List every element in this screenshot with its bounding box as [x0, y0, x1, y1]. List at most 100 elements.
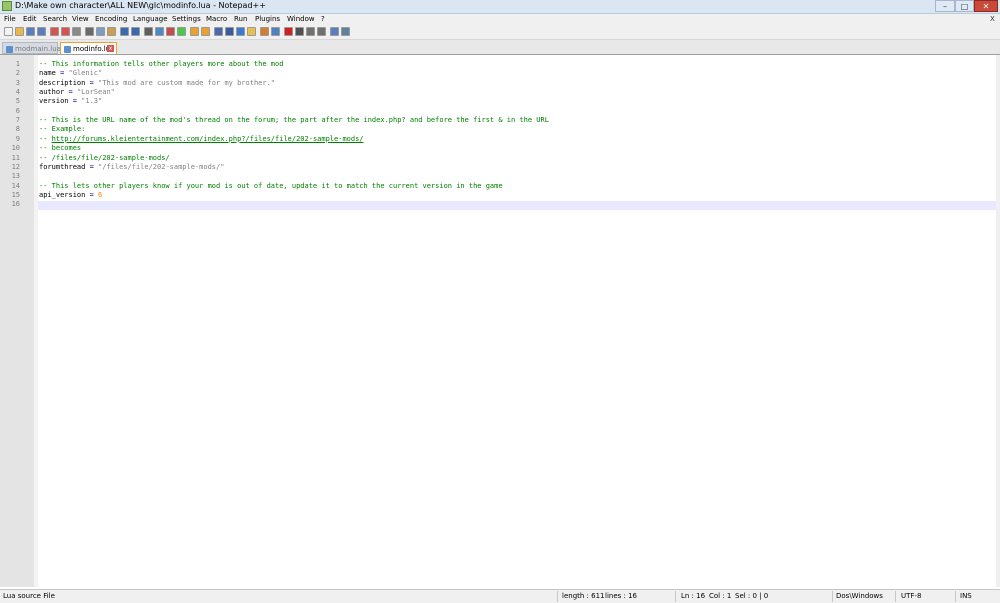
code-line[interactable]: -- http://forums.kleientertainment.com/i… [39, 135, 364, 143]
status-bar: Lua source File length : 611 lines : 16 … [0, 589, 1000, 603]
menu-plugins[interactable]: Plugins [255, 15, 280, 23]
code-line[interactable]: description = "This mod are custom made … [39, 79, 275, 87]
line-number: 2 [15, 69, 20, 78]
replace-icon[interactable] [155, 27, 164, 36]
close-document-x[interactable]: X [990, 15, 995, 23]
code-line[interactable]: -- This information tells other players … [39, 60, 283, 68]
status-column: Col : 1 [709, 592, 732, 600]
status-encoding: UTF-8 [901, 592, 922, 600]
code-line[interactable]: author = "LorSean" [39, 88, 115, 96]
status-divider [895, 591, 896, 602]
code-line[interactable]: name = "Glenic" [39, 69, 102, 77]
status-divider [955, 591, 956, 602]
code-token: api_version [39, 190, 90, 199]
word-wrap-icon[interactable] [214, 27, 223, 36]
redo-icon[interactable] [131, 27, 140, 36]
stop-macro-icon[interactable] [295, 27, 304, 36]
save-macro-icon[interactable] [330, 27, 339, 36]
new-file-icon[interactable] [4, 27, 13, 36]
line-number: 7 [15, 116, 20, 125]
indent-guide-icon[interactable] [236, 27, 245, 36]
doc-map-icon[interactable] [260, 27, 269, 36]
current-line-highlight [38, 201, 996, 210]
close-icon[interactable] [50, 27, 59, 36]
fold-margin[interactable] [34, 55, 38, 587]
code-token: -- [39, 134, 52, 143]
menu-edit[interactable]: Edit [23, 15, 37, 23]
line-number: 3 [15, 78, 20, 87]
tab-modmain[interactable]: modmain.lua [2, 42, 61, 54]
cut-icon[interactable] [85, 27, 94, 36]
close-all-icon[interactable] [61, 27, 70, 36]
tab-modinfo[interactable]: modinfo.lua x [60, 42, 117, 54]
function-list-icon[interactable] [271, 27, 280, 36]
window-title: D:\Make own character\ALL NEW\glc\modinf… [15, 1, 266, 10]
code-editor[interactable]: 1 2 3 4 5 6 7 8 9 10 11 12 13 14 15 16 -- This informati… [0, 55, 1000, 587]
copy-icon[interactable] [96, 27, 105, 36]
menu-run[interactable]: Run [234, 15, 247, 23]
menu-language[interactable]: Language [133, 15, 168, 23]
code-line[interactable]: -- /files/file/202-sample-mods/ [39, 154, 170, 162]
undo-icon[interactable] [120, 27, 129, 36]
code-token: "1.3" [81, 97, 103, 106]
code-line[interactable]: -- This lets other players know if your … [39, 182, 503, 190]
code-token: name [39, 69, 61, 78]
line-number: 4 [15, 88, 20, 97]
record-macro-icon[interactable] [284, 27, 293, 36]
code-line[interactable]: -- Example: [39, 125, 85, 133]
open-folder-icon[interactable] [15, 27, 24, 36]
code-token: "This mod are custom made for my brother… [98, 78, 276, 87]
lua-file-icon [6, 45, 13, 53]
code-token: description [39, 78, 90, 87]
vertical-scrollbar[interactable] [996, 55, 1000, 587]
code-token: "/files/file/202-sample-mods/" [98, 162, 225, 171]
print-icon[interactable] [72, 27, 81, 36]
menu-settings[interactable]: Settings [172, 15, 201, 23]
menu-file[interactable]: File [4, 15, 16, 23]
code-line[interactable]: api_version = 6 [39, 191, 102, 199]
spell-check-icon[interactable] [341, 27, 350, 36]
minimize-button[interactable]: – [935, 0, 955, 12]
line-number: 15 [11, 190, 20, 199]
tab-close-icon[interactable]: x [107, 45, 114, 52]
code-token: -- Example: [39, 125, 86, 134]
find-icon[interactable] [144, 27, 153, 36]
user-language-icon[interactable] [247, 27, 256, 36]
toolbar [0, 25, 1000, 40]
menu-help[interactable]: ? [321, 15, 325, 23]
menu-view[interactable]: View [72, 15, 89, 23]
status-selection: Sel : 0 | 0 [735, 592, 769, 600]
save-all-icon[interactable] [37, 27, 46, 36]
code-token: "Glenic" [68, 69, 103, 78]
status-line-number: Ln : 16 [681, 592, 706, 600]
code-line[interactable]: version = "1.3" [39, 97, 102, 105]
code-token: forumthread [39, 162, 90, 171]
zoom-out-icon[interactable] [177, 27, 186, 36]
code-line[interactable]: forumthread = "/files/file/202-sample-mo… [39, 163, 224, 171]
code-link[interactable]: http://forums.kleientertainment.com/inde… [52, 135, 364, 143]
paste-icon[interactable] [107, 27, 116, 36]
line-number: 10 [11, 144, 20, 153]
notepadpp-app-icon[interactable] [2, 1, 12, 11]
status-insert-mode: INS [960, 592, 972, 600]
line-number: 9 [15, 134, 20, 143]
status-divider [832, 591, 833, 602]
close-window-button[interactable]: ✕ [974, 0, 998, 12]
menu-macro[interactable]: Macro [206, 15, 227, 23]
maximize-button[interactable]: □ [955, 0, 974, 12]
code-token: -- /files/file/202-sample-mods/ [39, 153, 170, 162]
menu-encoding[interactable]: Encoding [95, 15, 127, 23]
zoom-in-icon[interactable] [166, 27, 175, 36]
menu-window[interactable]: Window [287, 15, 315, 23]
save-icon[interactable] [26, 27, 35, 36]
run-macro-multiple-icon[interactable] [317, 27, 326, 36]
code-token: 6 [98, 190, 103, 199]
code-line[interactable]: -- This is the URL name of the mod's thr… [39, 116, 549, 124]
show-all-chars-icon[interactable] [225, 27, 234, 36]
code-token: version [39, 97, 73, 106]
sync-horizontal-icon[interactable] [201, 27, 210, 36]
menu-search[interactable]: Search [43, 15, 67, 23]
sync-vertical-icon[interactable] [190, 27, 199, 36]
code-line[interactable]: -- becomes [39, 144, 81, 152]
play-macro-icon[interactable] [306, 27, 315, 36]
